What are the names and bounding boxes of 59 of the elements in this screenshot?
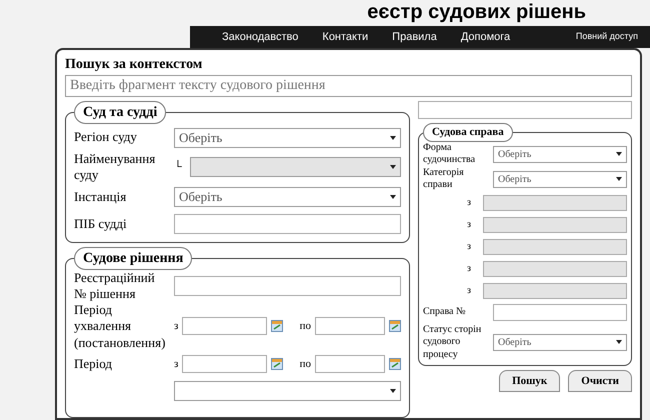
form-button[interactable]: Пошук [499, 370, 560, 392]
nav-link[interactable]: Допомога [460, 28, 510, 46]
calendar-icon[interactable] [271, 358, 284, 370]
text-field[interactable] [493, 304, 627, 321]
field-label: Період ухвалення (постановлення) [74, 302, 166, 351]
text-field[interactable] [418, 101, 632, 119]
calendar-icon[interactable] [271, 320, 284, 332]
field-label: з [174, 357, 178, 372]
section-title: Суд та судді [74, 101, 166, 124]
field-label: по [300, 357, 311, 372]
field-label: ПІБ судді [74, 216, 128, 232]
section-title: Судове рішення [74, 246, 192, 270]
dropdown[interactable]: Оберіть [493, 146, 627, 162]
tree-connector: └ [174, 159, 183, 175]
dropdown[interactable]: Оберіть [174, 128, 401, 148]
tree-connector: з [467, 284, 472, 298]
field-label: по [300, 319, 311, 334]
caret-icon [390, 136, 396, 140]
field-label: Категорія справи [423, 166, 465, 192]
site-title: еєстр судових рішень [367, 2, 586, 22]
dropdown[interactable]: Оберіть [493, 334, 627, 351]
nav-link[interactable]: Законодавство [222, 28, 298, 46]
caret-icon [616, 152, 622, 156]
form-button[interactable]: Очисти [568, 370, 632, 392]
tree-connector: з [467, 218, 472, 232]
field-label: Справа № [423, 306, 467, 319]
calendar-icon[interactable] [389, 320, 401, 332]
tree-connector: з [467, 262, 472, 276]
field-label: Регіон суду [74, 129, 138, 146]
context-search-field[interactable]: Введіть фрагмент тексту судового рішення [65, 75, 632, 97]
field-label: Статус сторін судового процесу [423, 324, 482, 361]
tree-connector: з [467, 240, 472, 254]
section-heading: Пошук за контекстом [65, 56, 204, 74]
dropdown[interactable]: Оберіть [174, 187, 401, 207]
date-field[interactable] [315, 317, 385, 336]
dropdown[interactable] [174, 381, 401, 402]
caret-icon [616, 340, 622, 344]
dropdown[interactable]: Оберіть [493, 170, 627, 188]
date-field[interactable] [315, 355, 385, 374]
tree-connector: з [467, 196, 472, 210]
caret-icon [390, 389, 396, 394]
text-field[interactable] [174, 214, 401, 234]
field-label: Форма судочинства [423, 142, 476, 166]
full-access-link[interactable]: Повний доступ [576, 30, 638, 44]
field-label: Найменування суду [74, 151, 156, 184]
field-label: Інстанція [74, 188, 128, 206]
text-field[interactable] [174, 276, 401, 296]
nav-link[interactable]: Контакти [322, 28, 368, 46]
caret-icon [390, 165, 396, 170]
nav-link[interactable]: Правила [392, 28, 437, 46]
caret-icon [390, 195, 396, 199]
section-title: Судова справа [423, 123, 513, 142]
caret-icon [616, 177, 622, 181]
field-label: з [174, 319, 178, 334]
field-label: Період [74, 356, 114, 372]
calendar-icon[interactable] [389, 358, 401, 370]
date-field[interactable] [182, 355, 268, 374]
date-field[interactable] [182, 317, 268, 336]
field-label: Реєстраційний № рішення [74, 270, 156, 302]
